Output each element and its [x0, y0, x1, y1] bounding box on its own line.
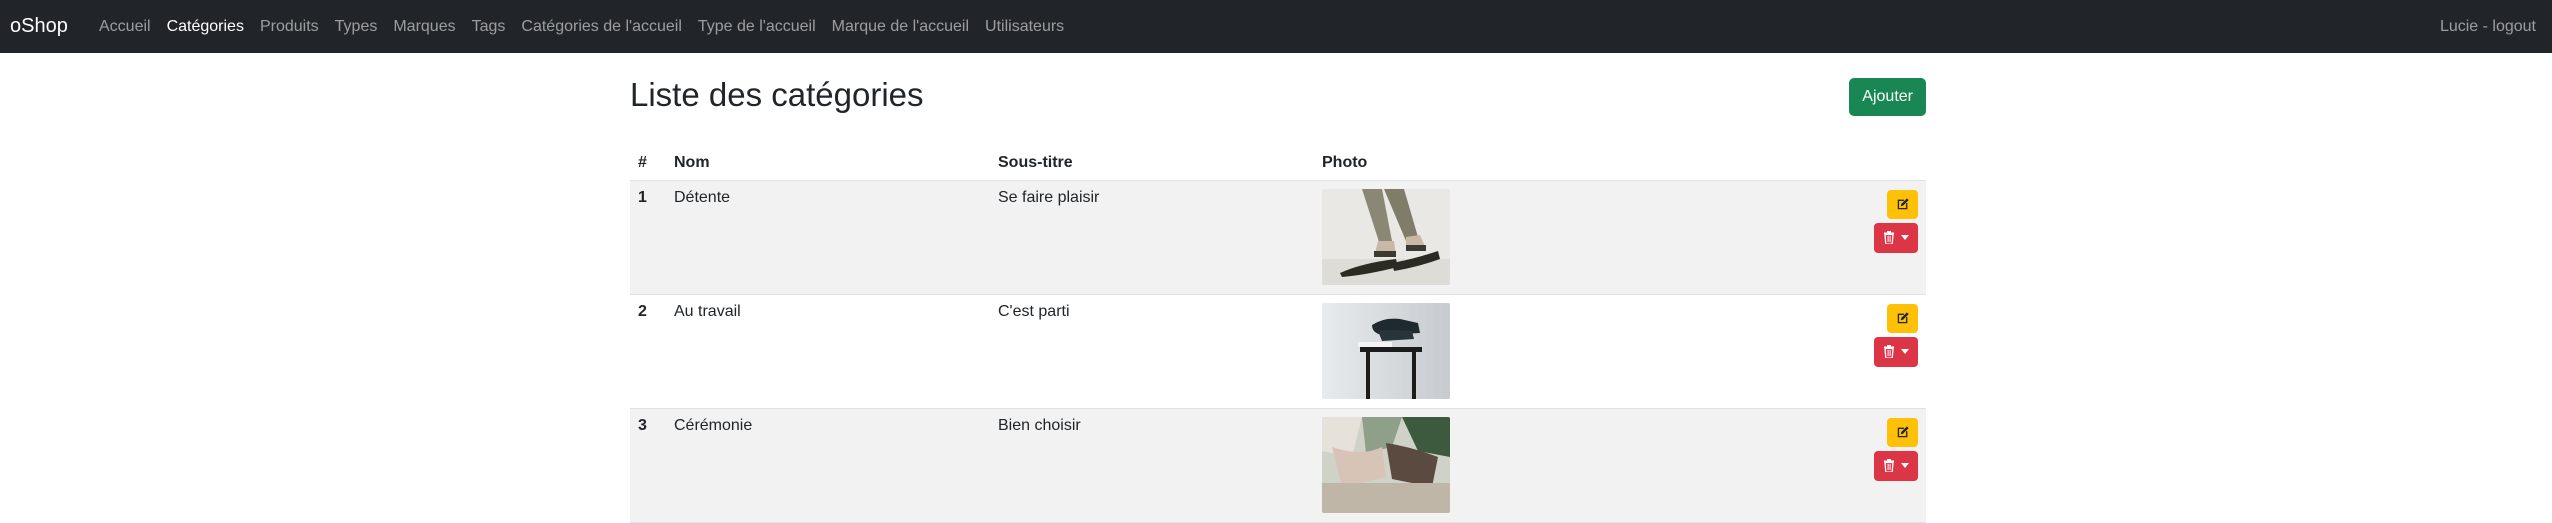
row-id: 2 [630, 294, 666, 409]
column-header-name: Nom [666, 146, 990, 181]
trash-icon [1884, 345, 1894, 358]
row-actions [1638, 294, 1926, 409]
add-category-button[interactable]: Ajouter [1849, 78, 1926, 116]
categories-table: # Nom Sous-titre Photo 1 Détente Se fair… [630, 146, 1926, 523]
table-row: 2 Au travail C'est parti [630, 294, 1926, 409]
table-header: # Nom Sous-titre Photo [630, 146, 1926, 181]
nav-link-categories[interactable]: Catégories [159, 18, 252, 36]
caret-down-icon [1901, 235, 1909, 240]
row-subtitle: C'est parti [990, 294, 1314, 409]
nav-link-produits[interactable]: Produits [252, 18, 327, 36]
table-row: 1 Détente Se faire plaisir [630, 180, 1926, 295]
nav-link-utilisateurs[interactable]: Utilisateurs [977, 18, 1072, 36]
row-subtitle: Se faire plaisir [990, 180, 1314, 295]
delete-dropdown-button[interactable] [1874, 336, 1918, 367]
user-logout-link[interactable]: Lucie - logout [2440, 0, 2536, 53]
edit-button[interactable] [1887, 189, 1918, 219]
nav-link-type-accueil[interactable]: Type de l'accueil [690, 18, 824, 36]
delete-dropdown-button[interactable] [1874, 450, 1918, 481]
nav-link-accueil[interactable]: Accueil [91, 18, 159, 36]
pencil-square-icon [1897, 312, 1909, 324]
pencil-square-icon [1897, 198, 1909, 210]
caret-down-icon [1901, 349, 1909, 354]
row-name: Cérémonie [666, 408, 990, 523]
row-id: 1 [630, 180, 666, 295]
page-title: Liste des catégories [630, 76, 924, 113]
delete-dropdown-button[interactable] [1874, 222, 1918, 253]
nav-link-tags[interactable]: Tags [464, 18, 514, 36]
row-photo-cell [1314, 294, 1638, 409]
row-actions [1638, 408, 1926, 523]
row-name: Détente [666, 180, 990, 295]
row-photo-cell [1314, 180, 1638, 295]
row-photo-cell [1314, 408, 1638, 523]
shoe-on-stool-photo [1322, 302, 1450, 399]
column-header-photo: Photo [1314, 146, 1638, 181]
trash-icon [1884, 459, 1894, 472]
brand-logo-link[interactable]: oShop [10, 0, 68, 53]
nav-links: Accueil Catégories Produits Types Marque… [91, 0, 1072, 53]
row-name: Au travail [666, 294, 990, 409]
row-id: 3 [630, 408, 666, 523]
table-row: 3 Cérémonie Bien choisir [630, 408, 1926, 523]
nav-link-marque-accueil[interactable]: Marque de l'accueil [824, 18, 977, 36]
page-header: Liste des catégories Ajouter [618, 53, 1926, 146]
main-container: Liste des catégories Ajouter # Nom Sous-… [618, 53, 1926, 523]
nav-link-types[interactable]: Types [327, 18, 386, 36]
column-header-subtitle: Sous-titre [990, 146, 1314, 181]
ceremony-photo [1322, 416, 1450, 513]
column-header-id: # [630, 146, 666, 181]
trash-icon [1884, 231, 1894, 244]
nav-link-marques[interactable]: Marques [385, 18, 463, 36]
edit-button[interactable] [1887, 303, 1918, 333]
caret-down-icon [1901, 463, 1909, 468]
row-actions [1638, 180, 1926, 295]
edit-button[interactable] [1887, 417, 1918, 447]
pencil-square-icon [1897, 426, 1909, 438]
top-navbar: oShop Accueil Catégories Produits Types … [0, 0, 2552, 53]
row-subtitle: Bien choisir [990, 408, 1314, 523]
column-header-actions [1638, 146, 1926, 181]
nav-link-categories-accueil[interactable]: Catégories de l'accueil [513, 18, 689, 36]
sandals-photo [1322, 188, 1450, 285]
